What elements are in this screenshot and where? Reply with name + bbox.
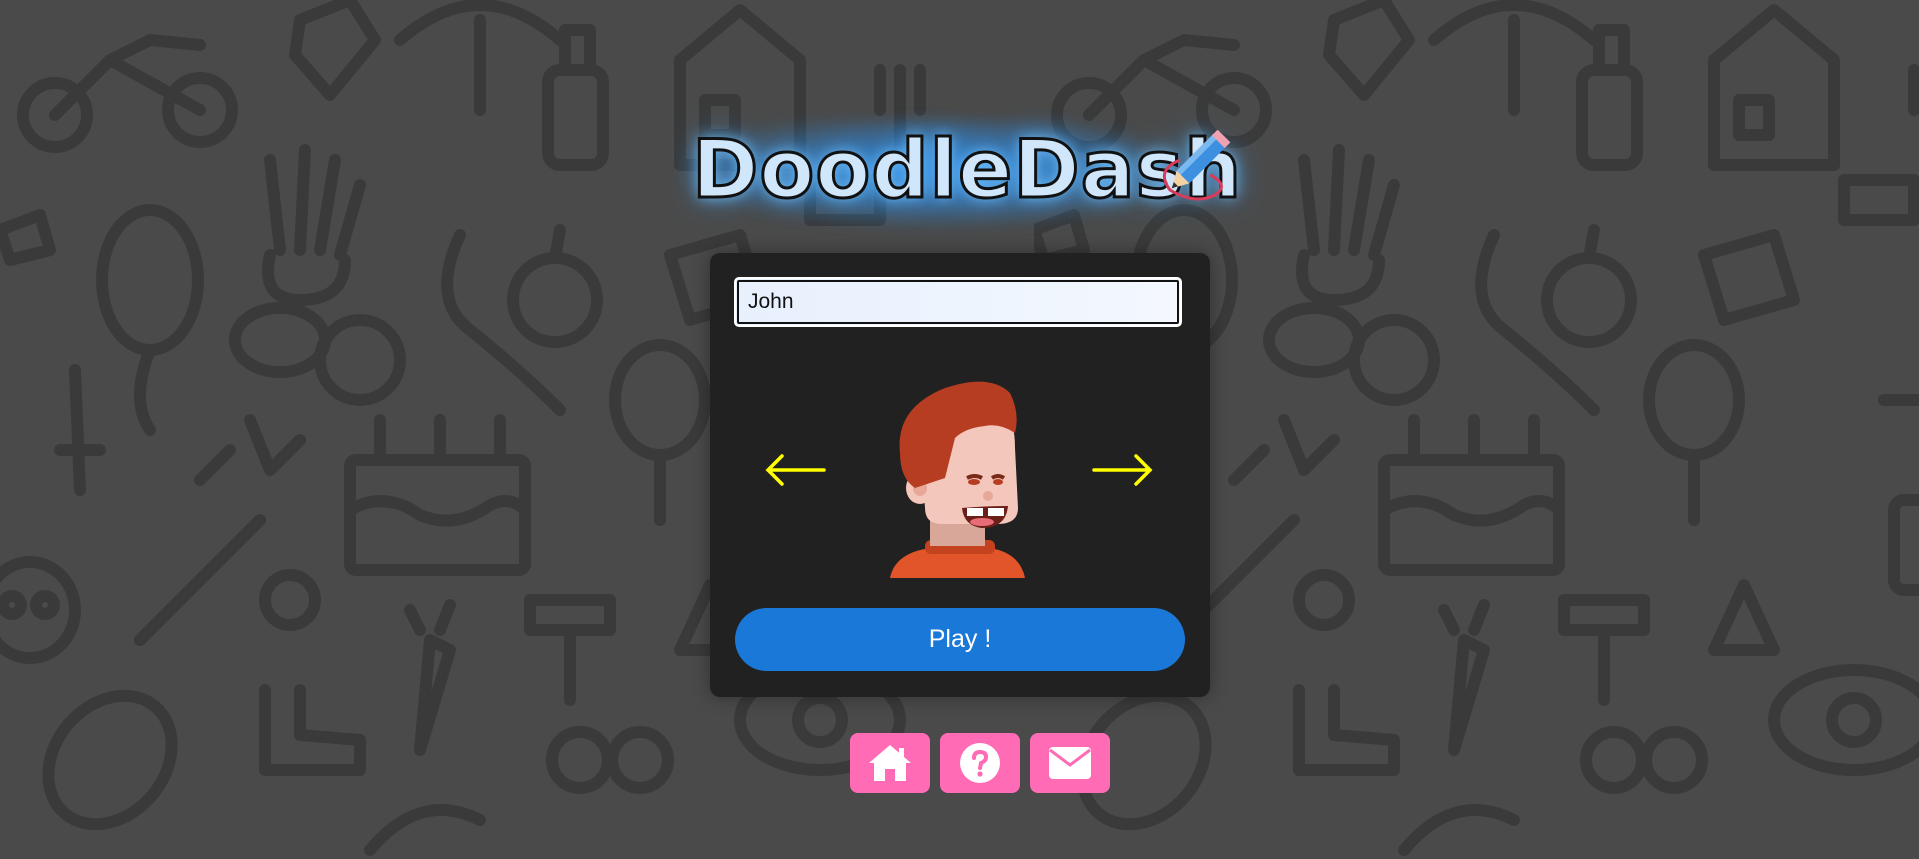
player-name-input[interactable] (734, 277, 1182, 327)
pencil-icon (1162, 130, 1231, 201)
mail-button[interactable] (1030, 733, 1110, 793)
play-button[interactable]: Play ! (735, 608, 1185, 671)
home-icon (869, 745, 911, 781)
arrow-right-icon[interactable] (1092, 453, 1154, 487)
arrow-left-icon[interactable] (764, 453, 826, 487)
question-icon (960, 743, 1000, 783)
help-button[interactable] (940, 733, 1020, 793)
player-avatar (890, 381, 1025, 578)
game-logo: DoodleDash (680, 120, 1250, 230)
envelope-icon (1049, 747, 1091, 779)
home-button[interactable] (850, 733, 930, 793)
character-select-panel: Play ! (710, 253, 1210, 697)
bottom-nav (850, 733, 1110, 793)
